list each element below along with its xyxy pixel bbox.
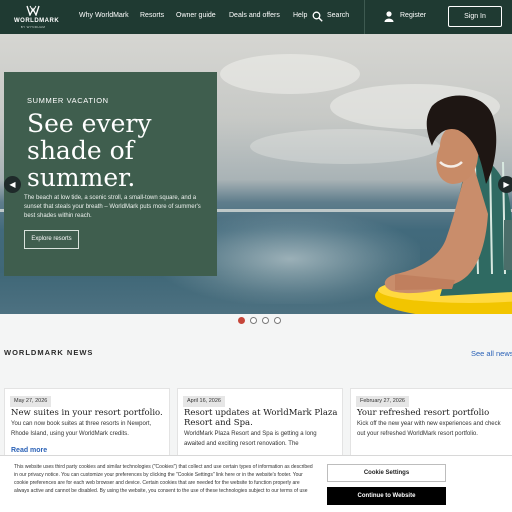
carousel-dot-4[interactable] [274, 317, 281, 324]
news-date-badge: February 27, 2026 [356, 396, 409, 407]
news-card-title[interactable]: Resort updates at WorldMark Plaza Resort… [184, 408, 342, 428]
hero-eyebrow: SUMMER VACATION [27, 96, 109, 105]
hero-headline: See every shade of summer. [27, 110, 217, 191]
news-date-badge: May 27, 2026 [10, 396, 52, 407]
search-icon [312, 11, 323, 22]
cookie-settings-button[interactable]: Cookie Settings [327, 464, 446, 482]
cookie-notice-text: This website uses third party cookies an… [14, 464, 313, 494]
hero-body-text: The beach at low tide, a scenic stroll, … [24, 195, 201, 219]
news-card-title[interactable]: Your refreshed resort portfolio [357, 408, 512, 418]
see-all-news-link[interactable]: See all news [471, 349, 512, 358]
cookie-consent-banner: This website uses third party cookies an… [0, 455, 512, 512]
carousel-dot-2[interactable] [250, 317, 257, 324]
feedback-side-tab[interactable] [504, 220, 512, 270]
news-card-body: Kick off the new year with new experienc… [357, 421, 501, 437]
news-section-title: WORLDMARK NEWS [4, 348, 94, 357]
nav-divider [364, 0, 365, 34]
carousel-dot-3[interactable] [262, 317, 269, 324]
logo-wordmark: WORLDMARK [14, 18, 60, 24]
continue-to-website-button[interactable]: Continue to Website [327, 487, 446, 505]
logo-subtitle: BY WYNDHAM [20, 25, 46, 29]
chevron-left-icon: ◀ [9, 180, 16, 189]
sign-in-button[interactable]: Sign In [448, 6, 502, 27]
explore-resorts-button[interactable]: Explore resorts [24, 230, 79, 249]
nav-owner-guide[interactable]: Owner guide [176, 12, 216, 19]
carousel-next-button[interactable]: ▶ [498, 176, 512, 193]
top-navigation: WORLDMARK BY WYNDHAM Why WorldMark Resor… [0, 0, 512, 34]
read-more-link[interactable]: Read more [11, 447, 47, 454]
chevron-right-icon: ▶ [503, 180, 510, 189]
news-card-title[interactable]: New suites in your resort portfolio. [11, 408, 169, 418]
hero-headline-line: summer. [27, 163, 136, 192]
hero-headline-line: See every [27, 109, 152, 138]
hero-headline-line: shade of [27, 136, 134, 165]
carousel-dot-1[interactable] [238, 317, 245, 324]
hero-carousel: SUMMER VACATION See every shade of summe… [0, 34, 512, 314]
user-icon [384, 11, 394, 22]
news-card-body: WorldMark Plaza Resort and Spa is gettin… [184, 431, 317, 447]
worldmark-logo[interactable]: WORLDMARK BY WYNDHAM [14, 5, 60, 31]
search-label: Search [327, 12, 350, 19]
news-date-badge: April 16, 2026 [183, 396, 225, 407]
nav-resorts[interactable]: Resorts [140, 12, 164, 19]
register-label: Register [400, 12, 427, 19]
carousel-pagination [0, 314, 512, 328]
search-button[interactable]: Search [306, 8, 364, 26]
news-card-body: You can now book suites at three resorts… [11, 421, 152, 437]
nav-deals-and-offers[interactable]: Deals and offers [229, 12, 280, 19]
logo-mark-icon [26, 5, 40, 16]
hero-promo-card: SUMMER VACATION See every shade of summe… [4, 72, 217, 276]
carousel-prev-button[interactable]: ◀ [4, 176, 21, 193]
nav-why-worldmark[interactable]: Why WorldMark [79, 12, 129, 19]
register-button[interactable]: Register [378, 8, 438, 26]
